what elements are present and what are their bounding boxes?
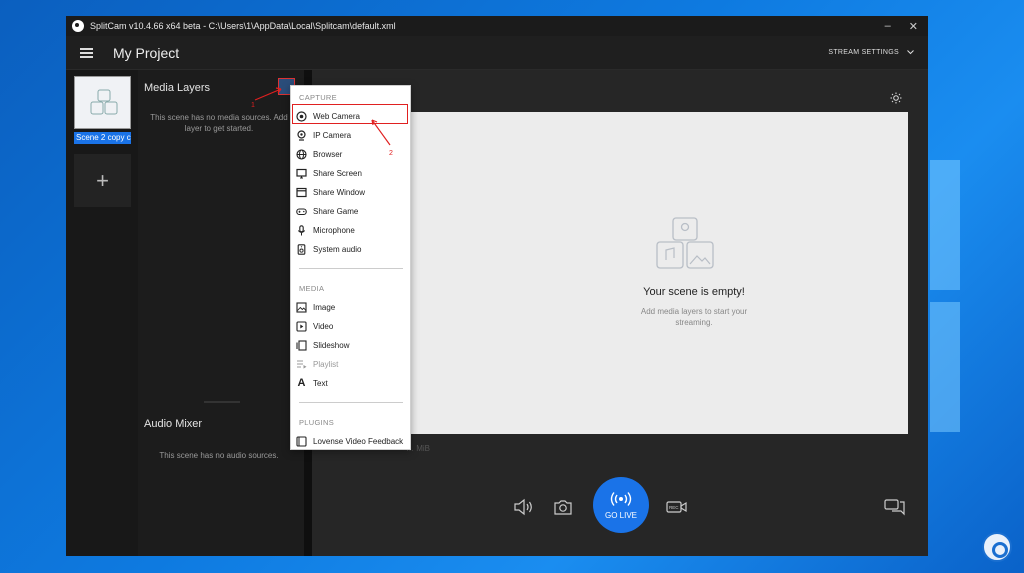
annotation-arrows [254,87,391,146]
annotation-step-1: 1 [251,102,255,109]
annotation-step-2: 2 [389,150,393,157]
